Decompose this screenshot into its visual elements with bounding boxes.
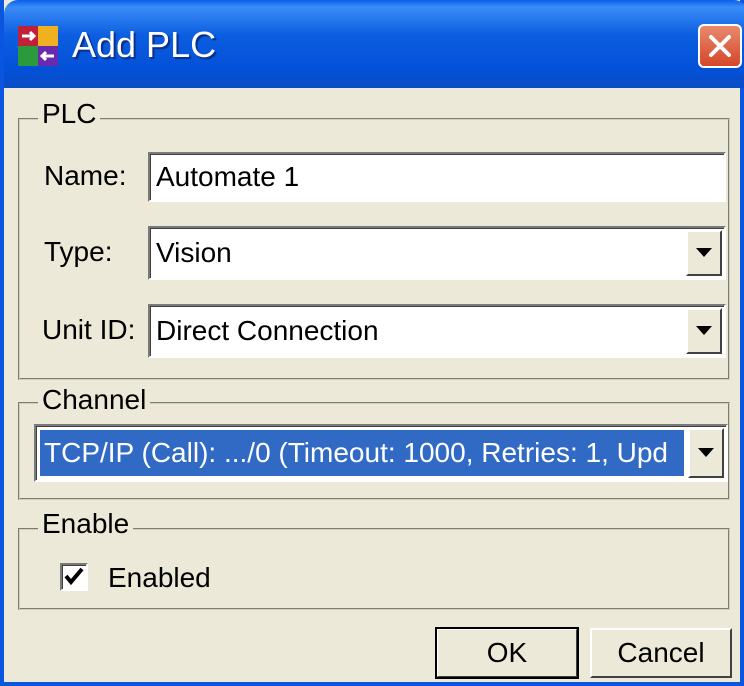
channel-group-legend: Channel — [38, 384, 151, 416]
chevron-down-icon — [698, 448, 714, 457]
unit-id-label: Unit ID: — [42, 314, 136, 345]
channel-dropdown[interactable]: TCP/IP (Call): .../0 (Timeout: 1000, Ret… — [34, 424, 728, 482]
enable-group-legend: Enable — [38, 508, 134, 540]
chevron-down-icon — [696, 326, 712, 335]
type-dropdown-button[interactable] — [686, 230, 722, 276]
add-plc-dialog: Add PLC PLC Name: Automate 1 Type: Visio… — [0, 0, 744, 686]
type-dropdown[interactable]: Vision — [148, 226, 726, 280]
cancel-button-label: Cancel — [617, 637, 705, 668]
channel-dropdown-value: TCP/IP (Call): .../0 (Timeout: 1000, Ret… — [44, 437, 668, 468]
ok-button[interactable]: OK — [435, 627, 579, 679]
window-title: Add PLC — [72, 24, 217, 65]
unit-id-dropdown[interactable]: Direct Connection — [148, 304, 726, 358]
channel-selection: TCP/IP (Call): .../0 (Timeout: 1000, Ret… — [40, 430, 684, 476]
cancel-button[interactable]: Cancel — [590, 628, 732, 678]
type-dropdown-value: Vision — [156, 237, 232, 268]
plc-app-icon — [18, 26, 58, 66]
unit-id-dropdown-button[interactable] — [686, 308, 722, 354]
checkmark-icon — [64, 567, 84, 586]
plc-group-legend: PLC — [38, 98, 101, 130]
enabled-checkbox[interactable] — [60, 563, 88, 591]
enabled-label[interactable]: Enabled — [108, 562, 211, 594]
name-field[interactable]: Automate 1 — [148, 152, 726, 202]
ok-button-label: OK — [486, 637, 528, 668]
title-bar[interactable]: Add PLC — [4, 0, 744, 88]
name-label: Name: — [44, 160, 127, 191]
type-label: Type: — [44, 236, 113, 267]
close-button[interactable] — [698, 24, 742, 68]
close-icon — [709, 35, 731, 57]
chevron-down-icon — [696, 248, 712, 257]
unit-id-dropdown-value: Direct Connection — [156, 315, 379, 346]
channel-dropdown-button[interactable] — [688, 428, 724, 478]
name-field-value: Automate 1 — [156, 161, 300, 192]
